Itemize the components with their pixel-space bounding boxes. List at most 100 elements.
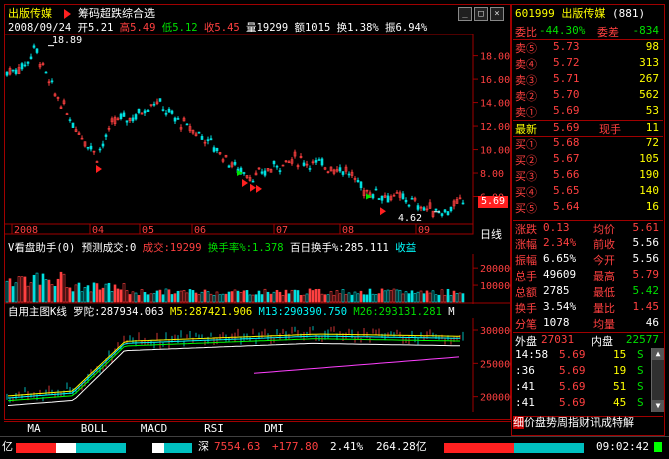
volume-bar xyxy=(59,271,63,303)
price-x-label: 06 xyxy=(194,225,206,236)
volume-bar xyxy=(332,294,336,303)
tick-row[interactable]: :41 5.69 45 S xyxy=(513,396,663,410)
ma-line xyxy=(7,335,461,399)
price-y-label: 18.00 xyxy=(480,52,510,63)
volume-bar xyxy=(305,293,309,303)
stat-row: 涨幅 2.34% 前收 5.56 xyxy=(513,236,663,251)
volume-bar xyxy=(266,291,270,303)
last-price-row: 最新 5.69 现手 11 xyxy=(513,120,663,137)
candle-body xyxy=(71,122,75,128)
scroll-down-icon[interactable]: ▼ xyxy=(652,400,664,412)
m26-value: M26:293131.281 xyxy=(353,306,442,318)
tab-detail[interactable]: 细 xyxy=(513,416,524,429)
close-icon[interactable]: × xyxy=(490,7,504,21)
last-label: 最新 xyxy=(515,123,537,136)
tick-list[interactable]: 14:58 5.69 15 S:36 5.69 19 S:41 5.69 51 S:41 5.69 4… xyxy=(513,348,649,412)
price-chart[interactable]: 18.0016.0014.0012.0010.008.006.00 200804… xyxy=(4,34,511,236)
tab-rsi[interactable]: RSI xyxy=(184,422,244,435)
volume-bar xyxy=(158,289,162,303)
volume-bar xyxy=(14,282,18,303)
volume-bar xyxy=(29,282,33,303)
volume-bar xyxy=(17,276,21,303)
volume-bar xyxy=(326,294,330,303)
index-name[interactable]: 深 xyxy=(198,441,209,453)
price-y-label: 16.00 xyxy=(480,75,510,86)
tick-scrollbar[interactable]: ▲ ▼ xyxy=(651,348,664,412)
volume-bar xyxy=(128,294,132,303)
buy-label: 买② xyxy=(515,154,537,167)
xianshou-value: 11 xyxy=(645,121,659,134)
volume-bar xyxy=(80,291,84,303)
volume-bar xyxy=(167,289,171,303)
volume-bar xyxy=(152,293,156,303)
period-label[interactable]: 日线 xyxy=(480,229,502,241)
volume-bar xyxy=(401,293,405,303)
volume-bar xyxy=(44,279,48,303)
tick-row[interactable]: :41 5.69 51 S xyxy=(513,380,663,394)
status-bar: 亿 深 7554.63 +177.80 2.41% 264.28亿 09:02:… xyxy=(0,436,669,459)
volume-bar xyxy=(278,291,282,303)
volume-bar xyxy=(269,293,273,303)
buy-volume: 72 xyxy=(645,136,659,149)
order-book: 委比 -44.30% 委差 -834 卖⑤ 5.73 98 卖④ 5.72 313 卖③ 5.… xyxy=(513,24,663,348)
volume-bar xyxy=(413,293,417,303)
m13-value: M13:290390.750 xyxy=(258,306,348,318)
volume-bar xyxy=(389,290,393,303)
tick-time: :41 xyxy=(515,380,535,393)
candle-body xyxy=(233,161,237,165)
tick-direction: S xyxy=(637,348,644,361)
scroll-up-icon[interactable]: ▲ xyxy=(652,348,664,360)
arrow-right-icon[interactable] xyxy=(64,9,71,19)
tick-row[interactable]: :36 5.69 19 S xyxy=(513,364,663,378)
volume-bar xyxy=(284,289,288,303)
volume-bar xyxy=(176,290,180,303)
ma-title: 自用主图K线 xyxy=(8,306,67,318)
buy-volume: 190 xyxy=(639,168,659,181)
sell-label: 卖③ xyxy=(515,74,537,87)
volume-bar xyxy=(56,278,60,303)
waipan-row: 外盘 27031 内盘 22577 xyxy=(513,332,663,348)
ma-chart[interactable]: 300000 250000 200000 xyxy=(4,318,511,412)
volume-chart[interactable]: 200000 100000 xyxy=(4,254,511,304)
tab-macd[interactable]: MACD xyxy=(124,422,184,435)
candle-body xyxy=(215,147,219,152)
volume-bar xyxy=(395,289,399,303)
stat-label: 涨幅 xyxy=(515,238,537,251)
tab-dmi[interactable]: DMI xyxy=(244,422,304,435)
volume-bar xyxy=(398,289,402,303)
volume-bar xyxy=(215,291,219,303)
candle-body xyxy=(176,118,180,120)
restore-icon[interactable]: □ xyxy=(474,7,488,21)
candle-body xyxy=(32,45,36,48)
volume-bar xyxy=(233,289,237,303)
volume-bar xyxy=(26,285,30,303)
volume-bar xyxy=(350,294,354,303)
price-x-label: 04 xyxy=(92,225,104,236)
volume-bar xyxy=(86,285,90,303)
tick-row[interactable]: 14:58 5.69 15 S xyxy=(513,348,663,362)
quote-tabs-text[interactable]: 价盘势周指财讯成特解 xyxy=(524,416,634,429)
stat-row: 涨跌 0.13 均价 5.61 xyxy=(513,220,663,236)
volume-bar xyxy=(362,294,366,303)
volume-bar xyxy=(98,289,102,303)
buy-price: 5.64 xyxy=(553,200,580,213)
weibi-label: 委比 xyxy=(515,26,537,39)
candle-body xyxy=(338,167,342,172)
candle-body xyxy=(158,98,162,102)
status-bar-fill xyxy=(444,443,584,453)
volume-bar xyxy=(107,282,111,303)
volume-bar xyxy=(443,294,447,303)
buy-row: 买⑤ 5.64 16 xyxy=(513,200,663,215)
candle-body xyxy=(443,209,447,213)
minimize-icon[interactable]: _ xyxy=(458,7,472,21)
candle-body xyxy=(251,180,255,183)
volume-bar xyxy=(314,288,318,303)
volume-bar xyxy=(416,291,420,303)
buy-signal-arrow xyxy=(96,164,102,173)
candle-body xyxy=(101,143,105,147)
candle-body xyxy=(173,117,177,122)
tab-ma[interactable]: MA xyxy=(4,422,64,435)
candle-body xyxy=(170,110,174,114)
candle-body xyxy=(134,114,138,120)
tab-boll[interactable]: BOLL xyxy=(64,422,124,435)
